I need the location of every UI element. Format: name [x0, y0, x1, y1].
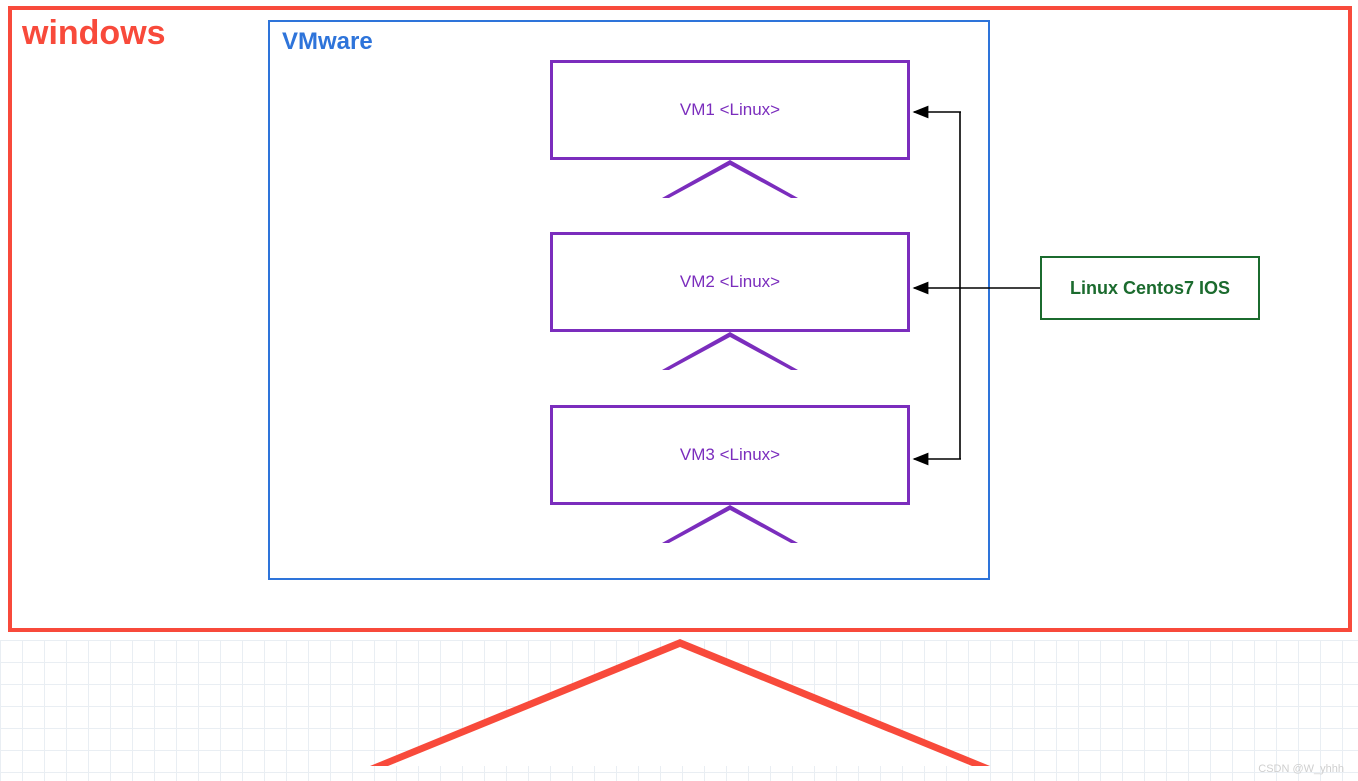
vm2-stand-icon: [662, 332, 798, 370]
vm3-monitor: VM3 <Linux>: [550, 405, 910, 555]
vm2-screen: VM2 <Linux>: [550, 232, 910, 332]
vm1-screen: VM1 <Linux>: [550, 60, 910, 160]
windows-monitor-stand: [370, 639, 990, 766]
diagram-canvas: windows VMware VM1 <Linux> VM2 <Linux> V…: [0, 0, 1358, 781]
iso-box: Linux Centos7 IOS: [1040, 256, 1260, 320]
windows-title: windows: [22, 14, 166, 53]
vmware-title: VMware: [282, 28, 373, 56]
vm1-label: VM1 <Linux>: [680, 100, 780, 120]
vm2-monitor: VM2 <Linux>: [550, 232, 910, 382]
vm3-stand-icon: [662, 505, 798, 543]
vm2-label: VM2 <Linux>: [680, 272, 780, 292]
iso-label: Linux Centos7 IOS: [1070, 278, 1230, 299]
vm1-monitor: VM1 <Linux>: [550, 60, 910, 210]
vm1-stand-icon: [662, 160, 798, 198]
vm3-label: VM3 <Linux>: [680, 445, 780, 465]
windows-stand-icon: [370, 639, 990, 766]
watermark: CSDN @W_yhhh: [1258, 763, 1344, 775]
vm3-screen: VM3 <Linux>: [550, 405, 910, 505]
